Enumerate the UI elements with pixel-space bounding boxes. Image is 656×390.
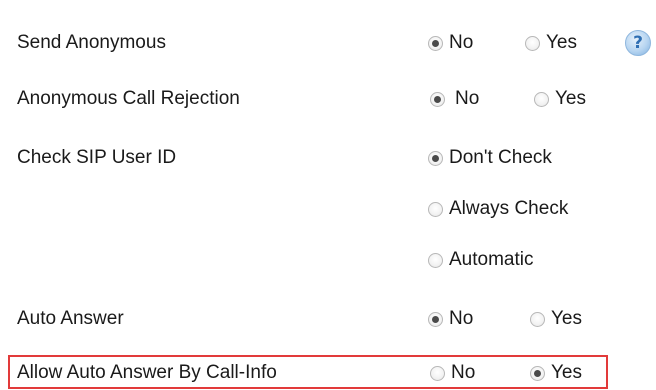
auto-answer-no-label: No	[449, 308, 474, 329]
check-sip-automatic-label: Automatic	[449, 249, 534, 270]
send-anonymous-label: Send Anonymous	[17, 32, 166, 53]
auto-answer-yes-option[interactable]: Yes	[530, 308, 582, 330]
check-sip-always-check-radio[interactable]	[428, 201, 443, 217]
send-anonymous-no-option[interactable]: No	[428, 32, 473, 54]
allow-auto-answer-no-radio[interactable]	[430, 365, 445, 381]
allow-auto-answer-yes-option[interactable]: Yes	[530, 362, 582, 384]
check-sip-always-check-option[interactable]: Always Check	[428, 198, 568, 220]
check-sip-always-check-label: Always Check	[449, 198, 569, 219]
anonymous-call-rejection-yes-label: Yes	[555, 88, 586, 109]
check-sip-dont-check-radio[interactable]	[428, 150, 443, 166]
auto-answer-yes-radio[interactable]	[530, 311, 545, 327]
check-sip-dont-check-label: Don't Check	[449, 147, 552, 168]
auto-answer-label: Auto Answer	[17, 308, 124, 329]
allow-auto-answer-no-option[interactable]: No	[430, 362, 475, 384]
anonymous-call-rejection-label: Anonymous Call Rejection	[17, 88, 240, 109]
allow-auto-answer-no-label: No	[451, 362, 476, 383]
allow-auto-answer-by-call-info-label: Allow Auto Answer By Call-Info	[17, 362, 277, 383]
send-anonymous-no-label: No	[449, 32, 474, 53]
send-anonymous-yes-radio[interactable]	[525, 35, 540, 51]
allow-auto-answer-yes-label: Yes	[551, 362, 582, 383]
anonymous-call-rejection-no-radio[interactable]	[430, 91, 445, 107]
help-icon[interactable]: ?	[625, 30, 651, 56]
send-anonymous-yes-option[interactable]: Yes	[525, 32, 577, 54]
allow-auto-answer-yes-radio[interactable]	[530, 365, 545, 381]
auto-answer-yes-label: Yes	[551, 308, 582, 329]
check-sip-automatic-radio[interactable]	[428, 252, 443, 268]
check-sip-user-id-label: Check SIP User ID	[17, 147, 177, 168]
anonymous-call-rejection-yes-option[interactable]: Yes	[534, 88, 586, 110]
send-anonymous-no-radio[interactable]	[428, 35, 443, 51]
anonymous-call-rejection-no-label: No	[455, 88, 480, 109]
auto-answer-no-radio[interactable]	[428, 311, 443, 327]
anonymous-call-rejection-no-option[interactable]: No	[430, 88, 479, 110]
send-anonymous-yes-label: Yes	[546, 32, 577, 53]
anonymous-call-rejection-yes-radio[interactable]	[534, 91, 549, 107]
help-icon-glyph: ?	[633, 33, 643, 53]
check-sip-automatic-option[interactable]: Automatic	[428, 249, 533, 271]
check-sip-dont-check-option[interactable]: Don't Check	[428, 147, 552, 169]
auto-answer-no-option[interactable]: No	[428, 308, 473, 330]
